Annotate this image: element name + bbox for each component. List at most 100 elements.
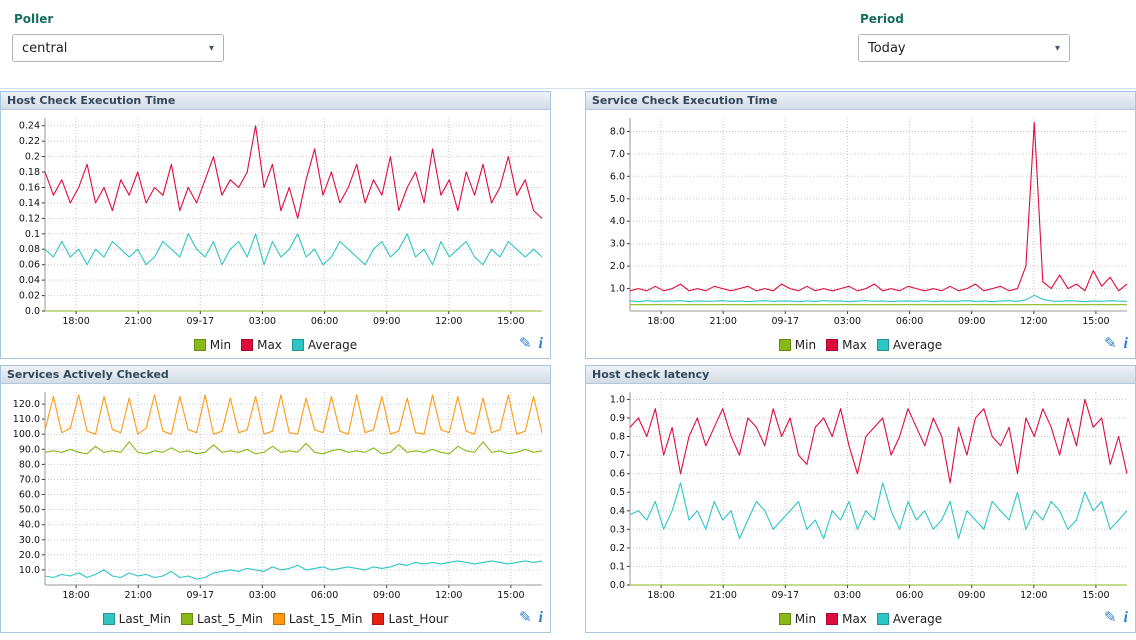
svg-text:03:00: 03:00 bbox=[834, 590, 861, 601]
svg-text:12:00: 12:00 bbox=[1020, 590, 1047, 601]
svg-text:0.22: 0.22 bbox=[19, 136, 40, 147]
legend-swatch bbox=[826, 339, 838, 351]
svg-text:3.0: 3.0 bbox=[610, 239, 625, 250]
panel-footer: Last_MinLast_5_MinLast_15_MinLast_Hour ✎… bbox=[1, 606, 550, 632]
svg-text:30.0: 30.0 bbox=[19, 535, 40, 546]
svg-text:0.1: 0.1 bbox=[610, 561, 625, 572]
svg-text:09:00: 09:00 bbox=[373, 316, 400, 327]
svg-text:18:00: 18:00 bbox=[647, 590, 674, 601]
svg-text:06:00: 06:00 bbox=[896, 316, 923, 327]
legend-item: Last_5_Min bbox=[181, 612, 263, 626]
svg-text:0.16: 0.16 bbox=[19, 183, 40, 194]
panel-service-check-execution-time: Service Check Execution Time 1.02.03.04.… bbox=[585, 91, 1136, 359]
period-dropdown[interactable]: Today ▾ bbox=[858, 34, 1070, 62]
svg-text:1.0: 1.0 bbox=[610, 394, 625, 405]
chart-services-actively-checked: 10.020.030.040.050.060.070.080.090.0100.… bbox=[1, 384, 550, 606]
legend: Last_MinLast_5_MinLast_15_MinLast_Hour bbox=[98, 612, 454, 626]
svg-text:50.0: 50.0 bbox=[19, 505, 40, 516]
svg-text:120.0: 120.0 bbox=[13, 399, 40, 410]
legend-item: Average bbox=[877, 612, 942, 626]
legend-swatch bbox=[273, 613, 285, 625]
panel-title: Host check latency bbox=[586, 366, 1135, 384]
legend-swatch bbox=[181, 613, 193, 625]
legend-swatch bbox=[103, 613, 115, 625]
poller-value: central bbox=[22, 41, 67, 56]
svg-text:18:00: 18:00 bbox=[62, 316, 89, 327]
info-icon[interactable]: i bbox=[1124, 336, 1128, 351]
svg-text:40.0: 40.0 bbox=[19, 520, 40, 531]
info-icon[interactable]: i bbox=[1124, 610, 1128, 625]
svg-text:0.12: 0.12 bbox=[19, 213, 40, 224]
poller-dropdown[interactable]: central ▾ bbox=[12, 34, 224, 62]
panel-host-check-latency: Host check latency 0.00.10.20.30.40.50.6… bbox=[585, 365, 1136, 633]
info-icon[interactable]: i bbox=[539, 336, 543, 351]
svg-text:100.0: 100.0 bbox=[13, 429, 40, 440]
svg-text:09-17: 09-17 bbox=[771, 590, 799, 601]
svg-text:0.1: 0.1 bbox=[25, 229, 40, 240]
svg-text:20.0: 20.0 bbox=[19, 550, 40, 561]
legend: MinMaxAverage bbox=[774, 338, 947, 352]
info-icon[interactable]: i bbox=[539, 610, 543, 625]
edit-icon[interactable]: ✎ bbox=[519, 610, 532, 625]
chevron-down-icon: ▾ bbox=[1055, 43, 1060, 54]
legend-swatch bbox=[877, 339, 889, 351]
edit-icon[interactable]: ✎ bbox=[1104, 336, 1117, 351]
edit-icon[interactable]: ✎ bbox=[519, 336, 532, 351]
svg-text:12:00: 12:00 bbox=[435, 590, 462, 601]
svg-text:09:00: 09:00 bbox=[958, 316, 985, 327]
svg-text:0.9: 0.9 bbox=[610, 413, 625, 424]
svg-text:0.24: 0.24 bbox=[19, 121, 40, 132]
legend-item: Average bbox=[877, 338, 942, 352]
panel-host-check-execution-time: Host Check Execution Time 0.00.020.040.0… bbox=[0, 91, 551, 359]
panel-footer: MinMaxAverage ✎ i bbox=[1, 332, 550, 358]
filter-bar: Poller central ▾ Period Today ▾ bbox=[0, 0, 1136, 88]
svg-text:21:00: 21:00 bbox=[710, 590, 737, 601]
svg-text:15:00: 15:00 bbox=[497, 590, 524, 601]
poller-filter: Poller central ▾ bbox=[12, 12, 224, 62]
svg-text:21:00: 21:00 bbox=[125, 316, 152, 327]
svg-text:1.0: 1.0 bbox=[610, 284, 625, 295]
svg-text:0.04: 0.04 bbox=[19, 275, 40, 286]
charts-grid: Host Check Execution Time 0.00.020.040.0… bbox=[0, 88, 1136, 633]
svg-text:0.02: 0.02 bbox=[19, 291, 40, 302]
legend-swatch bbox=[372, 613, 384, 625]
legend-item: Max bbox=[241, 338, 282, 352]
svg-text:0.06: 0.06 bbox=[19, 260, 40, 271]
legend: MinMaxAverage bbox=[774, 612, 947, 626]
dashboard: Poller central ▾ Period Today ▾ Host Che… bbox=[0, 0, 1136, 633]
legend-swatch bbox=[877, 613, 889, 625]
svg-text:09-17: 09-17 bbox=[186, 590, 214, 601]
legend-swatch bbox=[241, 339, 253, 351]
svg-text:09-17: 09-17 bbox=[186, 316, 214, 327]
svg-text:09:00: 09:00 bbox=[373, 590, 400, 601]
svg-text:12:00: 12:00 bbox=[1020, 316, 1047, 327]
svg-text:18:00: 18:00 bbox=[62, 590, 89, 601]
svg-text:6.0: 6.0 bbox=[610, 171, 625, 182]
svg-text:110.0: 110.0 bbox=[13, 414, 40, 425]
legend-item: Max bbox=[826, 612, 867, 626]
svg-text:60.0: 60.0 bbox=[19, 490, 40, 501]
legend-item: Last_Min bbox=[103, 612, 171, 626]
panel-footer: MinMaxAverage ✎ i bbox=[586, 332, 1135, 358]
svg-text:0.7: 0.7 bbox=[610, 450, 625, 461]
legend-swatch bbox=[779, 613, 791, 625]
svg-text:12:00: 12:00 bbox=[435, 316, 462, 327]
svg-text:0.3: 0.3 bbox=[610, 524, 625, 535]
svg-text:06:00: 06:00 bbox=[311, 316, 338, 327]
svg-text:7.0: 7.0 bbox=[610, 149, 625, 160]
edit-icon[interactable]: ✎ bbox=[1104, 610, 1117, 625]
svg-text:5.0: 5.0 bbox=[610, 194, 625, 205]
svg-text:0.2: 0.2 bbox=[25, 152, 40, 163]
svg-text:0.5: 0.5 bbox=[610, 487, 625, 498]
svg-text:0.0: 0.0 bbox=[610, 580, 625, 591]
svg-text:09-17: 09-17 bbox=[771, 316, 799, 327]
svg-text:8.0: 8.0 bbox=[610, 127, 625, 138]
svg-text:18:00: 18:00 bbox=[647, 316, 674, 327]
period-label: Period bbox=[860, 12, 1070, 26]
svg-text:0.08: 0.08 bbox=[19, 244, 40, 255]
legend-item: Last_Hour bbox=[372, 612, 448, 626]
svg-text:0.18: 0.18 bbox=[19, 167, 40, 178]
svg-text:90.0: 90.0 bbox=[19, 444, 40, 455]
svg-text:15:00: 15:00 bbox=[497, 316, 524, 327]
legend-swatch bbox=[292, 339, 304, 351]
